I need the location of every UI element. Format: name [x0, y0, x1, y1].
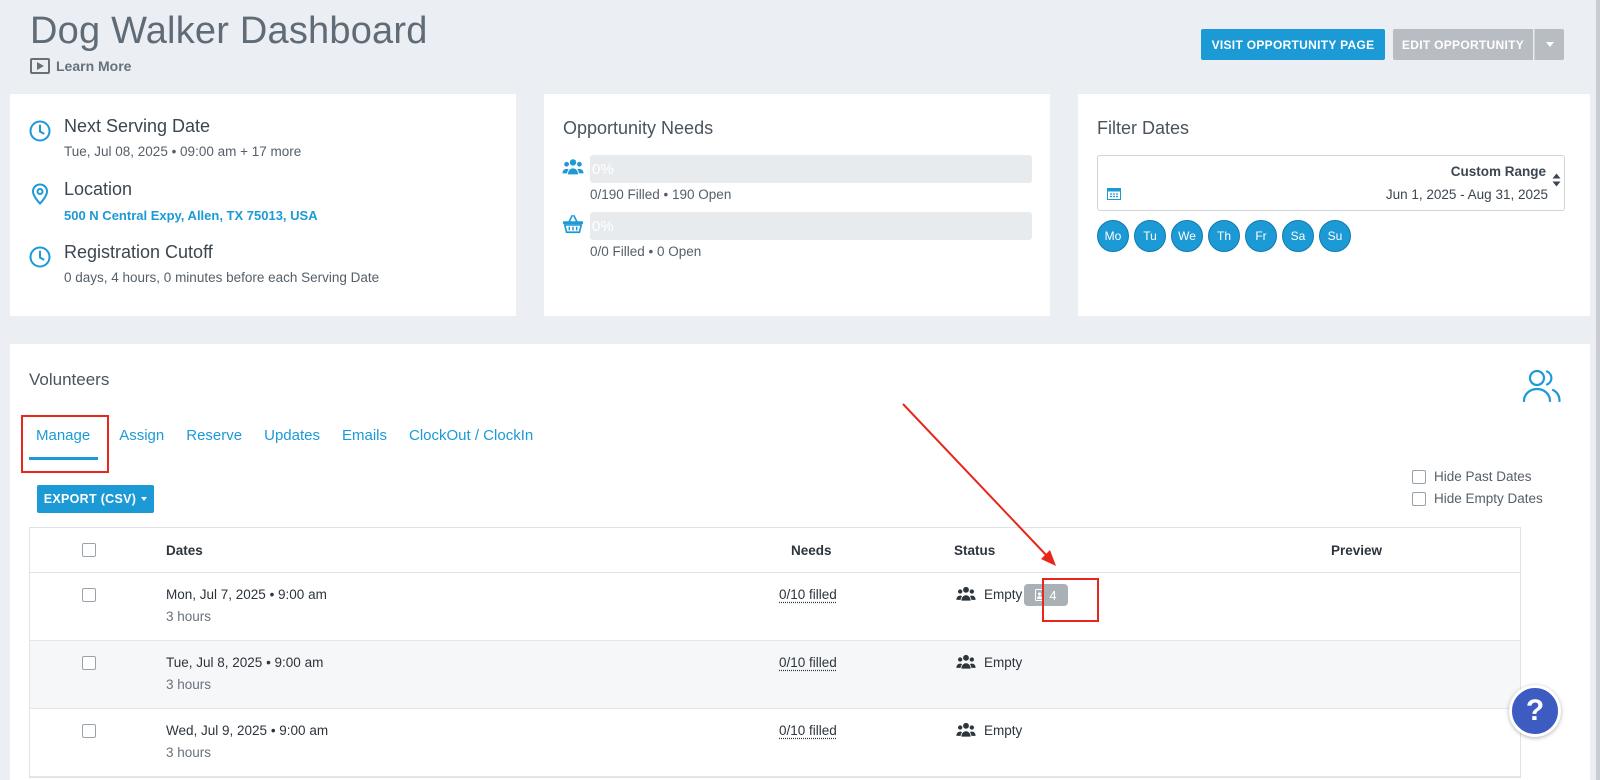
date-range-value: Jun 1, 2025 - Aug 31, 2025 — [1386, 187, 1548, 202]
opportunity-info-card: Next Serving Date Tue, Jul 08, 2025 • 09… — [10, 94, 516, 316]
row-status: Empty — [956, 585, 1022, 603]
registration-cutoff-value: 0 days, 4 hours, 0 minutes before each S… — [64, 270, 379, 285]
row-needs-link[interactable]: 0/10 filled — [779, 723, 837, 738]
volunteer-needs-progress: 0% — [590, 155, 1032, 183]
hide-empty-dates-label: Hide Empty Dates — [1434, 491, 1543, 506]
edit-opportunity-button[interactable]: EDIT OPPORTUNITY — [1393, 29, 1533, 60]
location-pin-icon — [28, 182, 52, 206]
chevron-down-icon — [1546, 42, 1554, 47]
item-needs-percent: 0% — [592, 218, 614, 235]
table-row[interactable]: Mon, Jul 7, 2025 • 9:00 am 3 hours 0/10 … — [30, 573, 1520, 641]
sort-arrows-icon — [1552, 173, 1561, 187]
registration-cutoff-section: Registration Cutoff 0 days, 4 hours, 0 m… — [28, 242, 379, 285]
row-date: Wed, Jul 9, 2025 • 9:00 am — [166, 723, 328, 738]
date-range-select[interactable]: Custom Range Jun 1, 2025 - Aug 31, 2025 — [1097, 155, 1565, 211]
badge-highlight — [1042, 578, 1099, 622]
group-icon — [956, 585, 976, 603]
hide-past-dates-checkbox[interactable] — [1412, 470, 1426, 484]
row-duration: 3 hours — [166, 609, 211, 624]
row-duration: 3 hours — [166, 745, 211, 760]
row-status: Empty — [956, 721, 1022, 739]
scrollbar-track[interactable] — [1596, 0, 1600, 780]
day-toggle-th[interactable]: Th — [1208, 220, 1240, 252]
date-range-label: Custom Range — [1451, 164, 1546, 179]
edit-opportunity-dropdown-toggle[interactable] — [1534, 29, 1564, 60]
registration-cutoff-title: Registration Cutoff — [64, 242, 379, 263]
clock-icon — [28, 119, 52, 143]
column-header-needs[interactable]: Needs — [791, 543, 832, 558]
column-header-preview: Preview — [1331, 543, 1382, 558]
row-needs-link[interactable]: 0/10 filled — [779, 655, 837, 670]
volunteers-panel: Volunteers Manage Assign Reserve Updates… — [10, 344, 1590, 780]
export-csv-label: EXPORT (CSV) — [44, 492, 137, 506]
row-status-label: Empty — [984, 723, 1022, 738]
hide-empty-dates-checkbox[interactable] — [1412, 492, 1426, 506]
opportunity-needs-card: Opportunity Needs 0% 0/190 Filled • 190 … — [544, 94, 1050, 316]
table-header: Dates Needs Status Preview — [30, 528, 1520, 573]
day-toggle-su[interactable]: Su — [1319, 220, 1351, 252]
day-toggle-fr[interactable]: Fr — [1245, 220, 1277, 252]
tab-reserve[interactable]: Reserve — [179, 426, 257, 460]
location-section: Location 500 N Central Expy, Allen, TX 7… — [28, 179, 318, 223]
tab-clockout-clockin[interactable]: ClockOut / ClockIn — [402, 426, 548, 460]
table-row[interactable]: Tue, Jul 8, 2025 • 9:00 am 3 hours 0/10 … — [30, 641, 1520, 709]
day-toggle-we[interactable]: We — [1171, 220, 1203, 252]
row-duration: 3 hours — [166, 677, 211, 692]
weekday-filter: Mo Tu We Th Fr Sa Su — [1097, 220, 1351, 252]
volunteers-title: Volunteers — [29, 370, 109, 390]
row-status: Empty — [956, 653, 1022, 671]
item-needs-text: 0/0 Filled • 0 Open — [590, 244, 701, 259]
location-link[interactable]: 500 N Central Expy, Allen, TX 75013, USA — [64, 208, 318, 223]
column-header-dates[interactable]: Dates — [166, 543, 203, 558]
learn-more-label: Learn More — [56, 58, 131, 74]
row-status-label: Empty — [984, 587, 1022, 602]
tab-updates[interactable]: Updates — [257, 426, 335, 460]
location-title: Location — [64, 179, 318, 200]
video-play-icon — [30, 58, 50, 74]
day-toggle-sa[interactable]: Sa — [1282, 220, 1314, 252]
basket-icon — [562, 214, 584, 234]
volunteer-needs-percent: 0% — [592, 161, 614, 178]
tab-assign[interactable]: Assign — [112, 426, 179, 460]
group-icon — [956, 721, 976, 739]
manage-tab-highlight — [21, 415, 109, 473]
row-needs-link[interactable]: 0/10 filled — [779, 587, 837, 602]
next-serving-section: Next Serving Date Tue, Jul 08, 2025 • 09… — [28, 116, 301, 159]
opportunity-needs-title: Opportunity Needs — [563, 118, 713, 139]
hide-empty-dates-option[interactable]: Hide Empty Dates — [1412, 491, 1543, 506]
clock-icon — [28, 245, 52, 269]
next-serving-title: Next Serving Date — [64, 116, 301, 137]
calendar-icon — [1107, 187, 1121, 200]
filter-dates-title: Filter Dates — [1097, 118, 1189, 139]
group-icon — [956, 653, 976, 671]
day-toggle-tu[interactable]: Tu — [1134, 220, 1166, 252]
row-checkbox[interactable] — [82, 656, 96, 670]
row-checkbox[interactable] — [82, 588, 96, 602]
users-icon — [1522, 368, 1562, 404]
day-toggle-mo[interactable]: Mo — [1097, 220, 1129, 252]
tab-emails[interactable]: Emails — [335, 426, 402, 460]
help-button[interactable]: ? — [1509, 685, 1561, 737]
export-csv-button[interactable]: EXPORT (CSV) — [37, 485, 154, 513]
group-icon — [562, 157, 584, 177]
visit-opportunity-button[interactable]: VISIT OPPORTUNITY PAGE — [1201, 29, 1385, 60]
volunteer-needs-text: 0/190 Filled • 190 Open — [590, 187, 731, 202]
page-title: Dog Walker Dashboard — [30, 10, 428, 53]
hide-past-dates-label: Hide Past Dates — [1434, 469, 1532, 484]
row-date: Tue, Jul 8, 2025 • 9:00 am — [166, 655, 323, 670]
next-serving-value: Tue, Jul 08, 2025 • 09:00 am + 17 more — [64, 144, 301, 159]
item-needs-progress: 0% — [590, 212, 1032, 240]
row-status-label: Empty — [984, 655, 1022, 670]
hide-past-dates-option[interactable]: Hide Past Dates — [1412, 469, 1532, 484]
filter-dates-card: Filter Dates Custom Range Jun 1, 2025 - … — [1078, 94, 1590, 316]
caret-down-icon — [141, 497, 147, 501]
serving-dates-table: Dates Needs Status Preview Mon, Jul 7, 2… — [29, 527, 1521, 778]
table-row[interactable]: Wed, Jul 9, 2025 • 9:00 am 3 hours 0/10 … — [30, 709, 1520, 777]
row-checkbox[interactable] — [82, 724, 96, 738]
row-date: Mon, Jul 7, 2025 • 9:00 am — [166, 587, 327, 602]
learn-more-link[interactable]: Learn More — [30, 58, 131, 74]
select-all-checkbox[interactable] — [82, 543, 96, 557]
column-header-status[interactable]: Status — [954, 543, 995, 558]
